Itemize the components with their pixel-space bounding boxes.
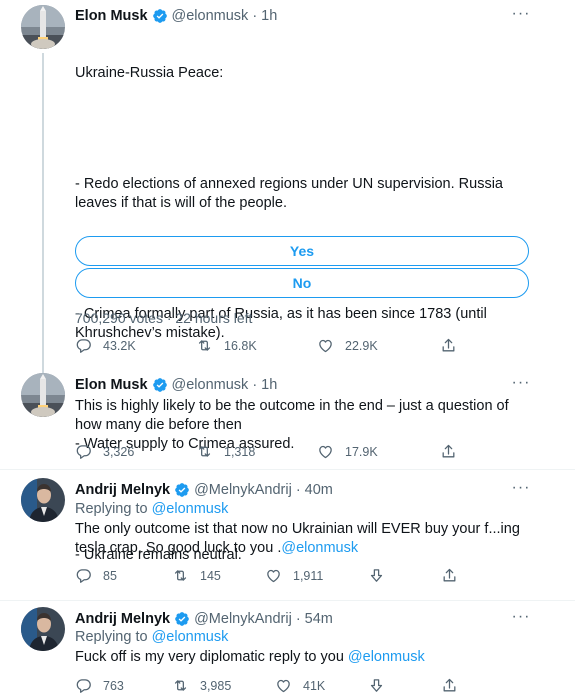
author-handle[interactable]: @MelnykAndrij · 54m <box>194 611 333 627</box>
author-name[interactable]: Elon Musk <box>75 377 148 393</box>
reply-count: 85 <box>103 568 117 583</box>
author-name[interactable]: Andrij Melnyk <box>75 482 170 498</box>
avatar[interactable] <box>21 478 65 522</box>
share-button[interactable] <box>441 567 458 584</box>
more-icon[interactable]: ··· <box>511 609 531 630</box>
author-handle[interactable]: @MelnykAndrij · 40m <box>194 482 333 498</box>
retweet-button[interactable]: 145 <box>172 567 221 584</box>
retweet-button[interactable]: 1,318 <box>196 443 255 460</box>
avatar[interactable] <box>21 607 65 651</box>
retweet-count: 145 <box>200 568 221 583</box>
reply-icon <box>75 567 92 584</box>
tweet[interactable]: Elon Musk @elonmusk · 1h ··· This is hig… <box>0 365 575 465</box>
like-count: 17.9K <box>345 444 378 459</box>
tweet-header: Andrij Melnyk @MelnykAndrij · 54m <box>75 610 333 628</box>
mention-link[interactable]: @elonmusk <box>348 649 425 665</box>
downvote-button[interactable] <box>368 567 385 584</box>
more-icon[interactable]: ··· <box>511 6 531 27</box>
share-button[interactable] <box>440 337 457 354</box>
author-name[interactable]: Andrij Melnyk <box>75 611 170 627</box>
replying-to: Replying to @elonmusk <box>75 629 228 645</box>
verified-badge-icon <box>174 611 190 627</box>
reply-button[interactable]: 763 <box>75 677 124 694</box>
replying-to: Replying to @elonmusk <box>75 501 228 517</box>
like-icon <box>275 677 292 694</box>
poll-meta: 700,290 votes · 22 hours left <box>75 310 253 326</box>
reply-button[interactable]: 3,326 <box>75 443 134 460</box>
tweet-header: Elon Musk @elonmusk · 1h <box>75 376 277 394</box>
retweet-icon <box>196 443 213 460</box>
like-count: 41K <box>303 678 326 693</box>
thread-line <box>42 53 44 373</box>
tweet-header: Elon Musk @elonmusk · 1h <box>75 7 277 25</box>
retweet-icon <box>172 677 189 694</box>
tweet-text: The only outcome ist that now no Ukraini… <box>75 520 535 558</box>
tweet[interactable]: Elon Musk @elonmusk · 1h ··· Ukraine-Rus… <box>0 0 575 563</box>
poll-option-no[interactable]: No <box>75 268 529 298</box>
replying-to-label: Replying to <box>75 501 148 517</box>
tweet-actions: 3,326 1,318 17.9K <box>75 443 545 463</box>
author-handle[interactable]: @elonmusk · 1h <box>172 8 278 24</box>
tweet[interactable]: Andrij Melnyk @MelnykAndrij · 40m ··· Re… <box>0 470 575 600</box>
reply-button[interactable]: 43.2K <box>75 337 136 354</box>
tweet[interactable]: Andrij Melnyk @MelnykAndrij · 54m ··· Re… <box>0 601 575 700</box>
author-handle[interactable]: @elonmusk · 1h <box>172 377 278 393</box>
tweet-actions: 85 145 1,911 <box>75 567 545 587</box>
retweet-count: 3,985 <box>200 678 232 693</box>
tweet-text-body: Fuck off is my very diplomatic reply to … <box>75 649 348 665</box>
mention-link[interactable]: @elonmusk <box>281 540 358 556</box>
tweet-header: Andrij Melnyk @MelnykAndrij · 40m <box>75 481 333 499</box>
verified-badge-icon <box>174 482 190 498</box>
avatar[interactable] <box>21 5 65 49</box>
tweet-text-line: - Redo elections of annexed regions unde… <box>75 176 508 211</box>
verified-badge-icon <box>152 377 168 393</box>
retweet-count: 1,318 <box>224 444 256 459</box>
replying-to-link[interactable]: @elonmusk <box>152 629 229 645</box>
retweet-icon <box>172 567 189 584</box>
tweet-actions: 763 3,985 41K <box>75 677 545 697</box>
replying-to-label: Replying to <box>75 629 148 645</box>
retweet-button[interactable]: 3,985 <box>172 677 231 694</box>
reply-icon <box>75 337 92 354</box>
share-button[interactable] <box>441 677 458 694</box>
like-icon <box>317 337 334 354</box>
share-icon <box>441 567 458 584</box>
like-icon <box>317 443 334 460</box>
poll-option-yes[interactable]: Yes <box>75 236 529 266</box>
retweet-icon <box>196 337 213 354</box>
avatar[interactable] <box>21 373 65 417</box>
like-button[interactable]: 22.9K <box>317 337 378 354</box>
author-name[interactable]: Elon Musk <box>75 8 148 24</box>
tweet-text: This is highly likely to be the outcome … <box>75 398 513 433</box>
retweet-count: 16.8K <box>224 338 257 353</box>
share-icon <box>441 677 458 694</box>
reply-icon <box>75 677 92 694</box>
verified-badge-icon <box>152 8 168 24</box>
reply-count: 3,326 <box>103 444 135 459</box>
downvote-icon <box>368 567 385 584</box>
like-count: 1,911 <box>293 568 324 583</box>
reply-button[interactable]: 85 <box>75 567 117 584</box>
like-button[interactable]: 1,911 <box>265 567 323 584</box>
more-icon[interactable]: ··· <box>511 375 531 396</box>
downvote-icon <box>368 677 385 694</box>
more-icon[interactable]: ··· <box>511 480 531 501</box>
like-button[interactable]: 41K <box>275 677 325 694</box>
downvote-button[interactable] <box>368 677 385 694</box>
share-button[interactable] <box>440 443 457 460</box>
share-icon <box>440 443 457 460</box>
tweet-text: Fuck off is my very diplomatic reply to … <box>75 648 535 667</box>
like-icon <box>265 567 282 584</box>
replying-to-link[interactable]: @elonmusk <box>152 501 229 517</box>
like-button[interactable]: 17.9K <box>317 443 378 460</box>
share-icon <box>440 337 457 354</box>
retweet-button[interactable]: 16.8K <box>196 337 257 354</box>
tweet-text-line: Ukraine-Russia Peace: <box>75 65 224 81</box>
reply-icon <box>75 443 92 460</box>
like-count: 22.9K <box>345 338 378 353</box>
reply-count: 763 <box>103 678 124 693</box>
reply-count: 43.2K <box>103 338 136 353</box>
tweet-actions: 43.2K 16.8K 22.9K <box>75 337 545 357</box>
